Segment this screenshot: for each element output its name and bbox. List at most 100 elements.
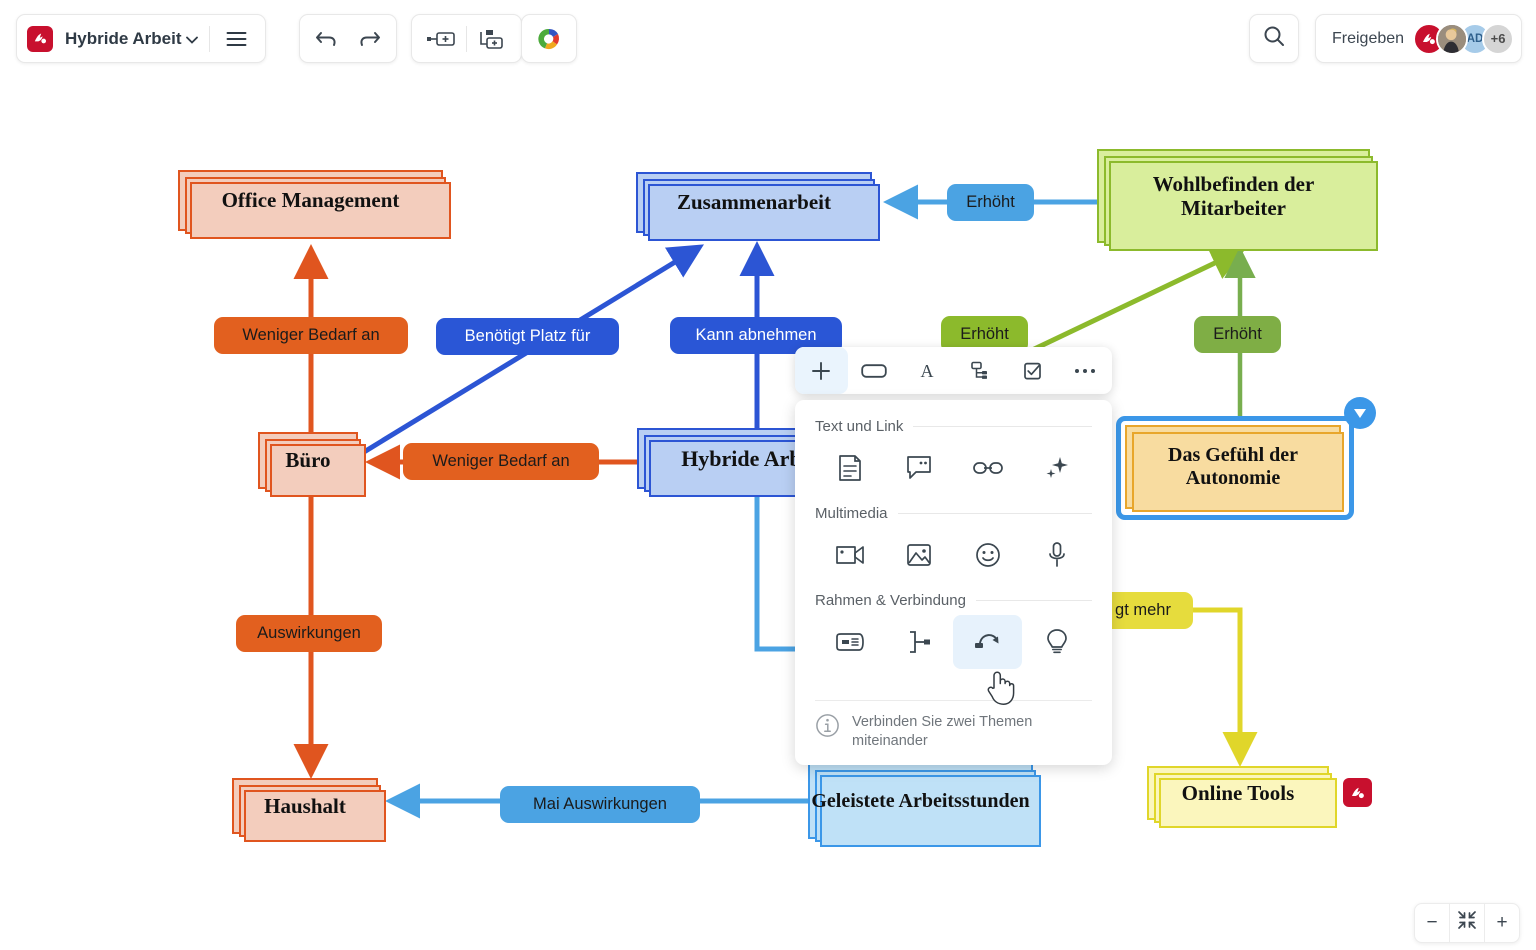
zoom-in-label: +	[1496, 912, 1508, 933]
node-buero[interactable]: Büro	[258, 432, 366, 497]
edge-label-text: Weniger Bedarf an	[432, 452, 570, 470]
node-label: Wohlbefinden der Mitarbeiter	[1152, 171, 1315, 220]
history-group	[299, 14, 397, 63]
share-label: Freigeben	[1332, 29, 1405, 47]
section-title: Multimedia	[815, 505, 888, 522]
section-title: Rahmen & Verbindung	[815, 592, 966, 609]
node-zusammenarbeit[interactable]: Zusammenarbeit	[636, 172, 880, 241]
insert-task-icon[interactable]	[1006, 347, 1059, 394]
insert-ai-icon[interactable]	[1022, 441, 1091, 495]
mindmeister-logo-icon[interactable]	[27, 25, 53, 52]
collaborator-avatars[interactable]: AD +6	[1413, 22, 1515, 55]
node-label: Geleistete Arbeitsstunden	[811, 789, 1030, 812]
edge-label-mai-auswirkungen[interactable]: Mai Auswirkungen	[500, 786, 700, 823]
node-office-management[interactable]: Office Management	[178, 170, 451, 239]
insert-emoji-icon[interactable]	[953, 528, 1022, 582]
section-multimedia-header: Multimedia	[815, 505, 1092, 522]
fit-to-screen-button[interactable]	[1449, 904, 1484, 942]
add-sibling-topic-icon[interactable]	[418, 19, 464, 59]
insert-connection-icon[interactable]	[953, 615, 1022, 669]
document-group: Hybride Arbeit	[16, 14, 266, 63]
insert-idea-icon[interactable]	[1022, 615, 1091, 669]
insert-note-icon[interactable]	[815, 441, 884, 495]
node-label: Büro	[285, 448, 331, 473]
insert-video-icon[interactable]	[815, 528, 884, 582]
section-rahmen-verbindung-header: Rahmen & Verbindung	[815, 592, 1092, 609]
zoom-controls[interactable]: − +	[1414, 903, 1520, 943]
insert-boundary-icon[interactable]	[815, 615, 884, 669]
avatar-overflow[interactable]: +6	[1482, 22, 1515, 55]
divider	[913, 426, 1092, 427]
insert-layout-icon[interactable]	[953, 347, 1006, 394]
insert-more-icon[interactable]	[1059, 347, 1112, 394]
avatar-photo[interactable]	[1436, 22, 1469, 55]
node-online-tools[interactable]: Online Tools	[1147, 766, 1337, 828]
search-icon	[1263, 25, 1285, 52]
node-autonomie[interactable]: Das Gefühl der Autonomie	[1125, 425, 1344, 512]
avatar-overflow-label: +6	[1490, 31, 1506, 46]
edge-label-weniger-bedarf-an-office[interactable]: Weniger Bedarf an	[214, 317, 408, 354]
insert-popup-footer: Verbinden Sie zwei Themen miteinander	[815, 699, 1092, 751]
add-child-topic-icon[interactable]	[469, 19, 515, 59]
edge-label-benoetigt-platz-fuer[interactable]: Benötigt Platz für	[436, 318, 619, 355]
insert-add-icon[interactable]	[795, 347, 848, 394]
node-wohlbefinden[interactable]: Wohlbefinden der Mitarbeiter	[1097, 149, 1378, 251]
undo-icon[interactable]	[306, 19, 348, 59]
section-text-und-link-header: Text und Link	[815, 418, 1092, 435]
edge-label-weniger-bedarf-an-buero[interactable]: Weniger Bedarf an	[403, 443, 599, 480]
edge-label-text: Erhöht	[966, 193, 1015, 211]
zoom-out-label: −	[1426, 912, 1438, 933]
section-multimedia-items	[815, 528, 1092, 582]
insert-popup-panel[interactable]: Text und Link Multimedia Rahmen & Verbin…	[795, 400, 1112, 765]
fit-to-screen-icon	[1457, 910, 1477, 936]
redo-icon[interactable]	[348, 19, 390, 59]
edge-label-text: Erhöht	[960, 325, 1009, 343]
color-theme-icon[interactable]	[528, 19, 570, 59]
theme-group	[521, 14, 577, 63]
zoom-in-button[interactable]: +	[1484, 904, 1519, 942]
edge-label-text: Kann abnehmen	[695, 326, 817, 344]
mindmap-canvas[interactable]: Office Management Zusammenarbeit Wohlbefin…	[0, 0, 1536, 950]
divider	[897, 513, 1092, 514]
node-label: Das Gefühl der Autonomie	[1168, 444, 1298, 489]
section-rahmen-verbindung-items	[815, 615, 1092, 669]
section-title: Text und Link	[815, 418, 904, 435]
insert-text-style-icon[interactable]: A	[901, 347, 954, 394]
insert-comment-icon[interactable]	[884, 441, 953, 495]
search-button[interactable]	[1249, 14, 1299, 63]
section-text-und-link-items	[815, 441, 1092, 495]
node-label: Zusammenarbeit	[677, 190, 831, 215]
info-circle-icon	[815, 713, 840, 743]
document-title[interactable]: Hybride Arbeit	[65, 29, 198, 49]
insert-audio-icon[interactable]	[1022, 528, 1091, 582]
node-collapse-badge[interactable]	[1344, 397, 1376, 429]
insert-shape-icon[interactable]	[848, 347, 901, 394]
edge-label-text: Mai Auswirkungen	[533, 795, 667, 813]
avatar-ad-label: AD	[1466, 32, 1484, 45]
insert-popup-footer-text: Verbinden Sie zwei Themen miteinander	[852, 713, 1033, 749]
insert-link-icon[interactable]	[953, 441, 1022, 495]
insert-relationship-icon[interactable]	[884, 615, 953, 669]
insert-image-icon[interactable]	[884, 528, 953, 582]
edge-label-text: Weniger Bedarf an	[242, 326, 380, 344]
share-button[interactable]: Freigeben AD +6	[1315, 14, 1523, 63]
top-toolbar: Hybride Arbeit Freigeben AD +6	[0, 0, 1536, 78]
node-arbeitsstunden[interactable]: Geleistete Arbeitsstunden	[808, 763, 1041, 847]
divider	[466, 25, 467, 52]
node-label: Online Tools	[1181, 780, 1295, 805]
svg-text:A: A	[920, 361, 933, 381]
chevron-down-icon[interactable]	[185, 29, 198, 49]
edge-label-text: gt mehr	[1115, 601, 1171, 619]
hamburger-menu-icon[interactable]	[221, 19, 253, 59]
document-title-text: Hybride Arbeit	[65, 28, 182, 48]
node-haushalt[interactable]: Haushalt	[232, 778, 386, 842]
zoom-out-button[interactable]: −	[1415, 904, 1449, 942]
node-label: Haushalt	[264, 793, 346, 818]
edge-label-erhoeht-zusammenarbeit[interactable]: Erhöht	[947, 184, 1034, 221]
node-label: Office Management	[221, 188, 400, 213]
insert-popup-toolbar[interactable]: A	[795, 347, 1112, 394]
edge-label-auswirkungen[interactable]: Auswirkungen	[236, 615, 382, 652]
edge-label-erhoeht-wohlbefinden-right[interactable]: Erhöht	[1194, 316, 1281, 353]
divider	[208, 25, 210, 52]
divider	[975, 600, 1092, 601]
